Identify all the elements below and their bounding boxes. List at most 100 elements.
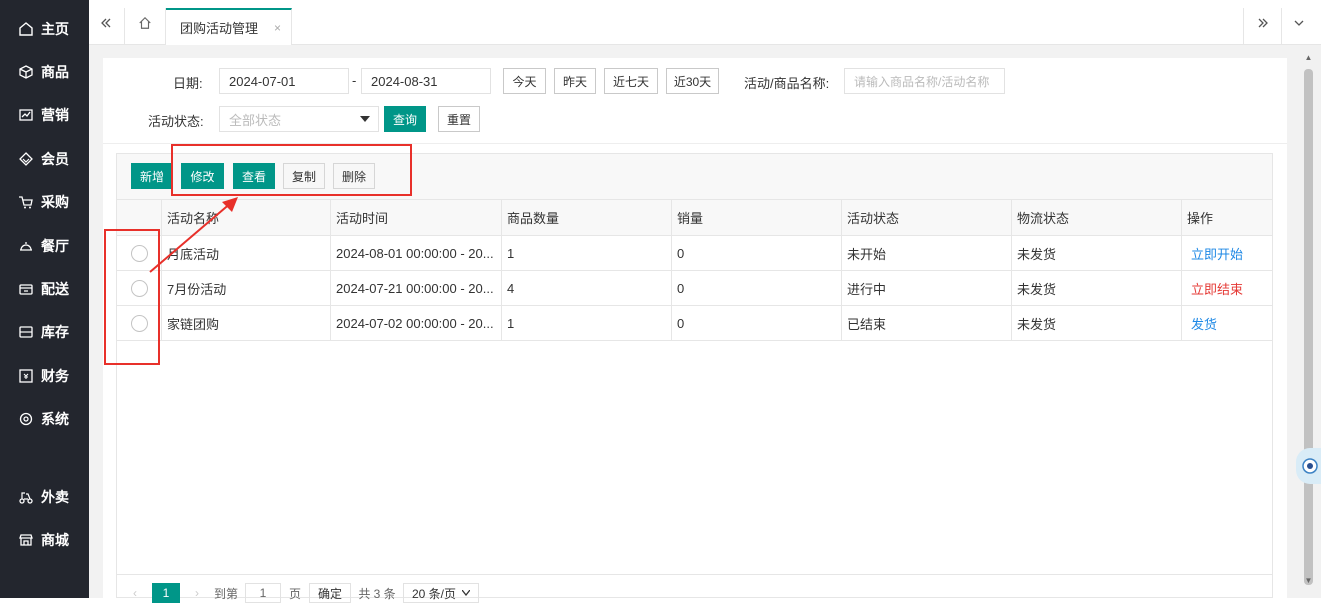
ship-link[interactable]: 发货 [1186, 306, 1272, 341]
total-count: 共 3 条 [358, 586, 396, 601]
goods-quantity: 1 [507, 316, 515, 331]
tab-label: 团购活动管理 [180, 21, 259, 36]
sidebar-item-inventory[interactable]: 库存 [0, 317, 89, 347]
prev-page-button[interactable]: ‹ [127, 583, 143, 603]
activity-status: 未开始 [847, 247, 887, 262]
data-table: 新增 修改 查看 复制 删除 活动名称 活动时间 商品数量 销量 活动状态 物流… [116, 153, 1273, 603]
logistics-status: 未发货 [1017, 247, 1057, 262]
status-select-value: 全部状态 [229, 112, 282, 128]
logistics-status: 未发货 [1017, 282, 1057, 297]
sidebar-item-restaurant[interactable]: 餐厅 [0, 231, 89, 261]
query-button[interactable]: 查询 [384, 106, 426, 132]
delivery-icon [19, 284, 33, 295]
sidebar-item-label: 外卖 [41, 489, 69, 505]
reset-button[interactable]: 重置 [438, 106, 480, 132]
finance-icon [19, 369, 33, 383]
scroll-thumb[interactable] [1304, 69, 1313, 585]
sidebar-item-delivery[interactable]: 配送 [0, 274, 89, 304]
sales-count: 0 [677, 281, 685, 296]
divider [841, 200, 842, 341]
sidebar-item-finance[interactable]: 财务 [0, 361, 89, 391]
activity-time: 2024-08-01 00:00:00 - 20... [336, 246, 494, 261]
divider [501, 200, 502, 341]
page-unit-label: 页 [288, 586, 301, 601]
sidebar-item-home[interactable]: 主页 [0, 14, 89, 44]
goto-confirm-button[interactable]: 确定 [309, 583, 351, 603]
sidebar-item-label: 营销 [41, 107, 69, 123]
today-button[interactable]: 今天 [503, 68, 546, 94]
date-separator: - [352, 73, 357, 88]
date-from-input[interactable]: 2024-07-01 [219, 68, 349, 94]
yesterday-button[interactable]: 昨天 [554, 68, 596, 94]
table-row[interactable]: 月底活动 2024-08-01 00:00:00 - 20... 1 0 未开始… [117, 236, 1272, 271]
sidebar-item-label: 采购 [41, 194, 69, 210]
divider [671, 200, 672, 341]
scroll-tabs-right-button[interactable] [1246, 8, 1280, 38]
name-label: 活动/商品名称: [744, 76, 830, 91]
date-to-input[interactable]: 2024-08-31 [361, 68, 491, 94]
sidebar-item-label: 主页 [41, 21, 69, 37]
sidebar-item-label: 商城 [41, 532, 69, 548]
home-icon [139, 16, 151, 29]
double-chevron-right-icon [1258, 18, 1268, 28]
start-now-link[interactable]: 立即开始 [1186, 236, 1272, 271]
table-row[interactable]: 家链团购 2024-07-02 00:00:00 - 20... 1 0 已结束… [117, 306, 1272, 341]
page-size-select[interactable]: 20 条/页 [403, 583, 479, 603]
last-thirty-days-button[interactable]: 近30天 [666, 68, 719, 94]
divider [330, 200, 331, 341]
vertical-scrollbar[interactable]: ▲ ▼ [1300, 45, 1321, 598]
sidebar-item-system[interactable]: 系统 [0, 404, 89, 434]
activity-time: 2024-07-02 00:00:00 - 20... [336, 316, 494, 331]
sidebar-item-mall[interactable]: 商城 [0, 525, 89, 555]
status-select[interactable]: 全部状态 [219, 106, 379, 132]
last-seven-days-button[interactable]: 近七天 [604, 68, 658, 94]
column-header-time: 活动时间 [336, 211, 389, 226]
sidebar-item-purchase[interactable]: 采购 [0, 187, 89, 217]
end-now-link[interactable]: 立即结束 [1186, 271, 1272, 306]
table-row[interactable]: 7月份活动 2024-07-21 00:00:00 - 20... 4 0 进行… [117, 271, 1272, 306]
sidebar-item-goods[interactable]: 商品 [0, 57, 89, 87]
annotation-highlight-toolbar [171, 144, 412, 196]
scroll-down-arrow[interactable]: ▼ [1304, 576, 1313, 585]
sidebar-item-takeout[interactable]: 外卖 [0, 482, 89, 512]
box-icon [19, 65, 33, 79]
close-icon[interactable]: × [274, 21, 281, 35]
goods-quantity: 4 [507, 281, 515, 296]
sidebar-item-label: 财务 [41, 368, 69, 384]
table-header: 活动名称 活动时间 商品数量 销量 活动状态 物流状态 操作 [117, 200, 1272, 236]
double-chevron-left-icon [101, 18, 111, 28]
activity-name: 家链团购 [167, 317, 220, 332]
name-search-input[interactable]: 请输入商品名称/活动名称 [844, 68, 1005, 94]
sales-count: 0 [677, 246, 685, 261]
column-header-status: 活动状态 [847, 211, 900, 226]
goto-label: 到第 [213, 586, 238, 601]
activity-status: 进行中 [847, 282, 887, 297]
annotation-arrow [149, 197, 238, 273]
sidebar-item-label: 库存 [41, 324, 69, 340]
sidebar-item-marketing[interactable]: 营销 [0, 100, 89, 130]
gear-icon [19, 412, 33, 426]
page-1-button[interactable]: 1 [152, 583, 180, 603]
page-size-value: 20 条/页 [411, 586, 457, 601]
divider [1243, 8, 1244, 45]
cart-icon [19, 196, 33, 209]
floating-assistant-icon[interactable] [1296, 448, 1321, 484]
scroll-tabs-left-button[interactable] [89, 8, 123, 38]
tab-menu-button[interactable] [1282, 8, 1316, 38]
tab-group-buy-management[interactable]: 团购活动管理 × [166, 8, 292, 45]
next-page-button[interactable]: › [189, 583, 205, 603]
activity-time: 2024-07-21 00:00:00 - 20... [336, 281, 494, 296]
scroll-up-arrow[interactable]: ▲ [1304, 53, 1313, 62]
column-header-logistics: 物流状态 [1017, 211, 1070, 226]
add-button[interactable]: 新增 [131, 163, 173, 189]
sidebar-item-label: 系统 [41, 411, 69, 427]
status-label: 活动状态: [148, 114, 204, 129]
logistics-status: 未发货 [1017, 317, 1057, 332]
sidebar-item-member[interactable]: 会员 [0, 144, 89, 174]
goto-page-input[interactable]: 1 [245, 583, 281, 603]
sidebar-item-label: 餐厅 [41, 238, 69, 254]
home-tab-button[interactable] [128, 8, 162, 38]
divider [1181, 200, 1182, 341]
sidebar-item-label: 会员 [41, 151, 69, 167]
pagination: ‹ 1 › 到第 1 页 确定 共 3 条 20 条/页 [117, 574, 1272, 603]
